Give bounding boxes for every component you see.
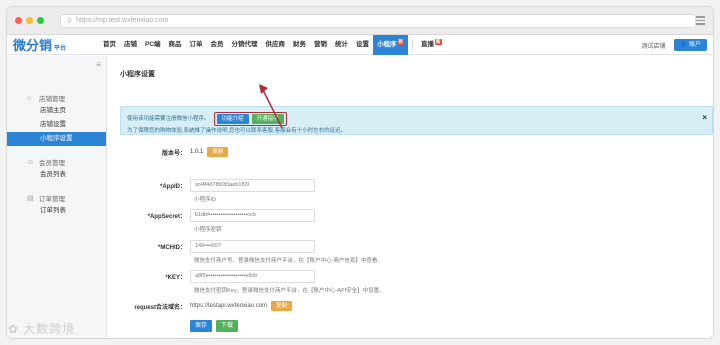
save-button[interactable]: 保存 <box>190 320 213 332</box>
user-icon: ☺ <box>27 158 35 166</box>
nav-item-finance[interactable]: 财务 <box>289 35 310 55</box>
copy-domain-button[interactable]: 复制 <box>271 301 293 311</box>
watermark-text: 大数跨境 <box>23 322 76 336</box>
request-domain-row: request合法域名： https://testapi.wxfenxiao.c… <box>120 301 293 311</box>
collapse-menu-icon[interactable]: ≡ <box>96 60 101 69</box>
new-badge: 新 <box>397 38 405 45</box>
key-hint: 微信支付密钥Key，登录微信支付商户平台，在【账户中心-API安全】中设置。 <box>194 288 385 294</box>
browser-window: ⚲ https://mp.test.wxfenxiao.com 微分销 平台 首… <box>6 6 714 339</box>
close-window-icon[interactable] <box>15 17 22 24</box>
browser-chrome: ⚲ https://mp.test.wxfenxiao.com <box>7 7 713 35</box>
account-label: 账户 <box>688 42 701 48</box>
watermark-logo-icon: ✿ <box>8 321 20 336</box>
copy-version-button[interactable]: 复制 <box>207 147 229 157</box>
form-actions: 保存 下载 <box>190 320 239 332</box>
appsecret-label: *AppSecret： <box>147 214 186 220</box>
appid-row: *AppID： wx4f4d78b0f3aeb1f09 <box>120 179 315 192</box>
mchid-input[interactable]: 148••••557 <box>190 240 315 253</box>
account-button[interactable]: 👤 账户 <box>673 39 707 51</box>
nav-item-home[interactable]: 首页 <box>99 35 120 55</box>
nav-item-shop[interactable]: 店铺 <box>120 35 141 55</box>
logo[interactable]: 微分销 平台 <box>7 35 99 54</box>
nav-item-orders[interactable]: 订单 <box>186 35 207 55</box>
version-value: 1.0.1 <box>190 149 204 155</box>
top-nav: 微分销 平台 首页 店铺 PC端 商品 订单 会员 分销代理 供应商 财务 营销… <box>7 34 713 55</box>
nav-item-stats[interactable]: 统计 <box>331 35 352 55</box>
appid-label: *AppID： <box>160 184 186 190</box>
nav-item-miniprogram[interactable]: 小程序新 <box>373 34 409 55</box>
version-row: 版本号： 1.0.1 复制 <box>120 147 229 157</box>
version-label: 版本号： <box>161 150 186 157</box>
key-label: *KEY： <box>165 275 186 281</box>
appsecret-row: *AppSecret： b1dbf••••••••••••••••••••ccb <box>120 209 315 222</box>
sidebar-item-shop-settings[interactable]: 店铺设置 <box>7 118 106 132</box>
nav-item-pc[interactable]: PC端 <box>141 35 165 55</box>
download-button[interactable]: 下载 <box>216 320 239 332</box>
group-title: 会员管理 <box>39 160 65 167</box>
page-title: 小程序设置 <box>120 71 155 78</box>
sidebar-item-member-list[interactable]: 会员列表 <box>7 168 106 182</box>
logo-text: 微分销 <box>13 38 53 53</box>
user-icon: 👤 <box>679 42 687 48</box>
notice-text-2: 为了保障您的购物体验,系统推了操作说明,您也可以联系客服,客服会有十小时左右的延… <box>127 128 347 134</box>
appid-hint: 小程序ID <box>194 197 217 203</box>
sidebar-item-shop-home[interactable]: 店铺主页 <box>7 104 106 118</box>
request-domain-label: request合法域名： <box>134 304 186 311</box>
maximize-window-icon[interactable] <box>37 17 44 24</box>
mchid-row: *MCHID： 148••••557 <box>120 240 315 253</box>
notice-text: 使用该功能需要注册微信小程序。 <box>127 116 210 122</box>
new-badge: 新 <box>435 38 442 45</box>
sidebar-item-order-list[interactable]: 订单列表 <box>7 204 106 218</box>
group-title: 店铺管理 <box>39 96 65 103</box>
request-domain-value: https://testapi.wxfenxiao.com <box>190 303 268 309</box>
nav-item-supplier[interactable]: 供应商 <box>262 35 290 55</box>
sidebar-group-shop: ⌂ 店铺管理 店铺主页 店铺设置 小程序设置 <box>7 92 106 146</box>
feature-intro-button[interactable]: 功能介绍 <box>216 114 249 124</box>
key-input[interactable]: a8f5e•••••••••••••••••••e9cb <box>190 270 315 283</box>
appsecret-hint: 小程序密钥 <box>194 227 222 233</box>
key-row: *KEY： a8f5e•••••••••••••••••••e9cb <box>120 270 315 283</box>
close-icon[interactable]: × <box>702 113 707 123</box>
annotation-arrow-icon <box>259 84 283 129</box>
nav-item-members[interactable]: 会员 <box>207 35 228 55</box>
nav-item-marketing[interactable]: 营销 <box>310 35 331 55</box>
watermark: ✿ 大数跨境 <box>8 320 75 337</box>
order-icon: ▤ <box>27 195 34 202</box>
sidebar-group-members: ☺ 会员管理 会员列表 <box>7 156 106 182</box>
shop-name[interactable]: 测试店铺 <box>641 41 665 50</box>
window-controls <box>15 17 44 24</box>
browser-menu-icon[interactable] <box>696 16 705 25</box>
address-bar[interactable]: ⚲ https://mp.test.wxfenxiao.com <box>60 13 696 28</box>
nav-divider <box>412 38 414 51</box>
nav-item-miniprogram-label: 小程序 <box>377 40 397 48</box>
mchid-hint: 微信支付商户号，登录微信支付商户平台，在【账户中心-商户信息】中查看。 <box>194 258 383 264</box>
nav-item-distribution[interactable]: 分销代理 <box>228 35 262 55</box>
logo-sub: 平台 <box>54 46 67 52</box>
appid-input[interactable]: wx4f4d78b0f3aeb1f09 <box>190 179 315 192</box>
appsecret-input[interactable]: b1dbf••••••••••••••••••••ccb <box>190 209 315 222</box>
mchid-label: *MCHID： <box>158 245 186 251</box>
search-icon: ⚲ <box>67 17 73 25</box>
home-icon: ⌂ <box>27 94 32 102</box>
group-title: 订单管理 <box>39 196 65 203</box>
nav-item-live[interactable]: 直播新 <box>417 35 446 55</box>
minimize-window-icon[interactable] <box>26 17 33 24</box>
nav-item-settings[interactable]: 设置 <box>352 35 373 55</box>
notice-banner: 使用该功能需要注册微信小程序。 功能介绍 开通指引 为了保障您的购物体验,系统推… <box>120 106 713 135</box>
address-url: https://mp.test.wxfenxiao.com <box>76 17 169 24</box>
sidebar: ≡ ⌂ 店铺管理 店铺主页 店铺设置 小程序设置 ☺ 会员管理 会员列表 ▤ 订单管理… <box>7 56 107 338</box>
sidebar-group-orders: ▤ 订单管理 订单列表 <box>7 192 106 218</box>
nav-item-live-label: 直播 <box>421 40 435 48</box>
main-content: 小程序设置 使用该功能需要注册微信小程序。 功能介绍 开通指引 为了保障您的购物… <box>108 56 713 338</box>
sidebar-item-miniprogram-settings[interactable]: 小程序设置 <box>7 132 106 146</box>
nav-item-goods[interactable]: 商品 <box>165 35 186 55</box>
